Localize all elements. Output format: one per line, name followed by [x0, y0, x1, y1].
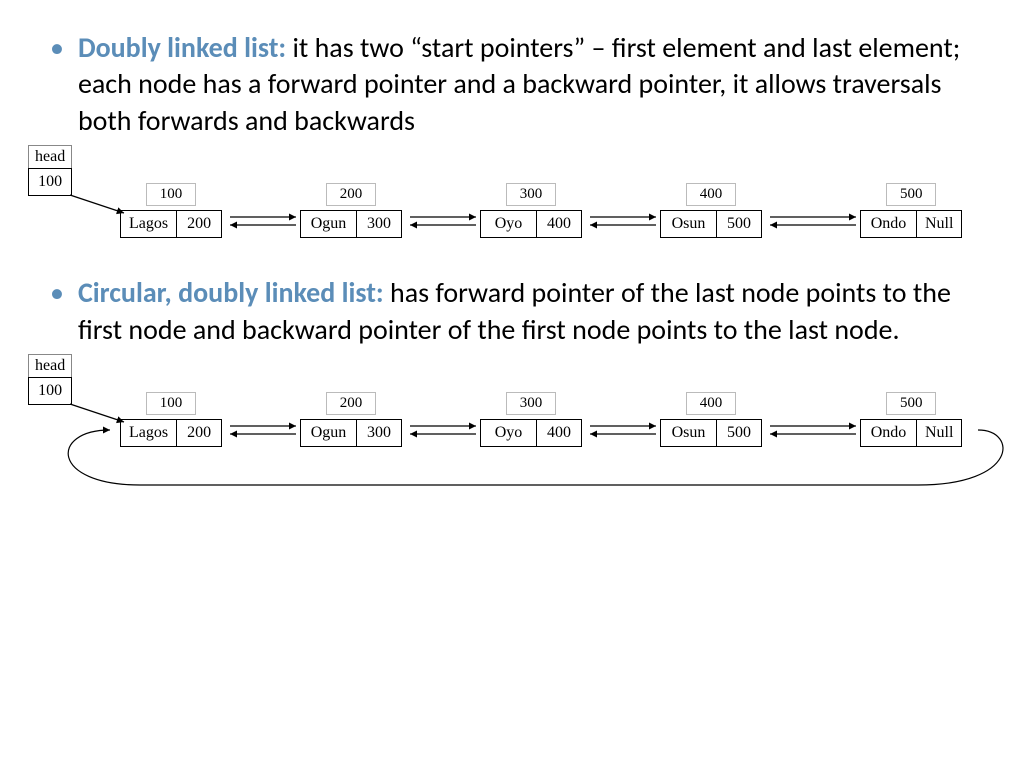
list-node: 100 Lagos200	[120, 392, 222, 447]
bullet-2: • Circular, doubly linked list: has forw…	[20, 275, 964, 348]
list-node: 100 Lagos200	[120, 183, 222, 238]
node-next: 500	[717, 420, 761, 446]
node-next: 200	[177, 211, 221, 237]
head-box: head100	[28, 145, 72, 196]
node-data: Lagos	[121, 211, 177, 237]
node-next: 400	[537, 420, 581, 446]
node-data: Ondo	[861, 211, 917, 237]
head-value: 100	[28, 377, 72, 405]
bullet-marker: •	[20, 30, 78, 66]
node-data: Osun	[661, 420, 717, 446]
list-node: 400 Osun500	[660, 392, 762, 447]
node-address: 300	[506, 183, 556, 206]
node-data: Ogun	[301, 420, 357, 446]
node-data: Oyo	[481, 211, 537, 237]
node-next: 300	[357, 211, 401, 237]
node-address: 500	[886, 392, 936, 415]
list-node: 200 Ogun300	[300, 392, 402, 447]
head-box: head100	[28, 354, 72, 405]
node-next: 300	[357, 420, 401, 446]
list-node: 200 Ogun300	[300, 183, 402, 238]
bullet-marker: •	[20, 275, 78, 311]
node-data: Oyo	[481, 420, 537, 446]
node-address: 300	[506, 392, 556, 415]
node-address: 100	[146, 183, 196, 206]
node-data: Lagos	[121, 420, 177, 446]
node-address: 500	[886, 183, 936, 206]
node-address: 200	[326, 392, 376, 415]
head-label: head	[28, 354, 72, 378]
node-data: Ondo	[861, 420, 917, 446]
list-node: 500 OndoNull	[860, 392, 962, 447]
bullet-text-2: Circular, doubly linked list: has forwar…	[78, 275, 964, 348]
node-address: 400	[686, 392, 736, 415]
list-node: 500 OndoNull	[860, 183, 962, 238]
node-data: Ogun	[301, 211, 357, 237]
node-next: 400	[537, 211, 581, 237]
node-next: Null	[917, 211, 961, 237]
bullet-1: • Doubly linked list: it has two “start …	[20, 30, 964, 139]
diagram-circular-doubly-linked: head100100Lagos200200Ogun300300Oyo400400…	[20, 354, 964, 504]
bullet-text-1: Doubly linked list: it has two “start po…	[78, 30, 964, 139]
node-next: Null	[917, 420, 961, 446]
node-address: 400	[686, 183, 736, 206]
list-node: 300 Oyo400	[480, 392, 582, 447]
node-address: 200	[326, 183, 376, 206]
node-next: 200	[177, 420, 221, 446]
node-address: 100	[146, 392, 196, 415]
list-node: 400 Osun500	[660, 183, 762, 238]
list-node: 300 Oyo400	[480, 183, 582, 238]
head-label: head	[28, 145, 72, 169]
term-2: Circular, doubly linked list:	[78, 275, 384, 310]
head-value: 100	[28, 168, 72, 196]
node-data: Osun	[661, 211, 717, 237]
node-next: 500	[717, 211, 761, 237]
diagram-doubly-linked: head100100Lagos200200Ogun300300Oyo400400…	[20, 145, 964, 275]
term-1: Doubly linked list:	[78, 30, 286, 65]
